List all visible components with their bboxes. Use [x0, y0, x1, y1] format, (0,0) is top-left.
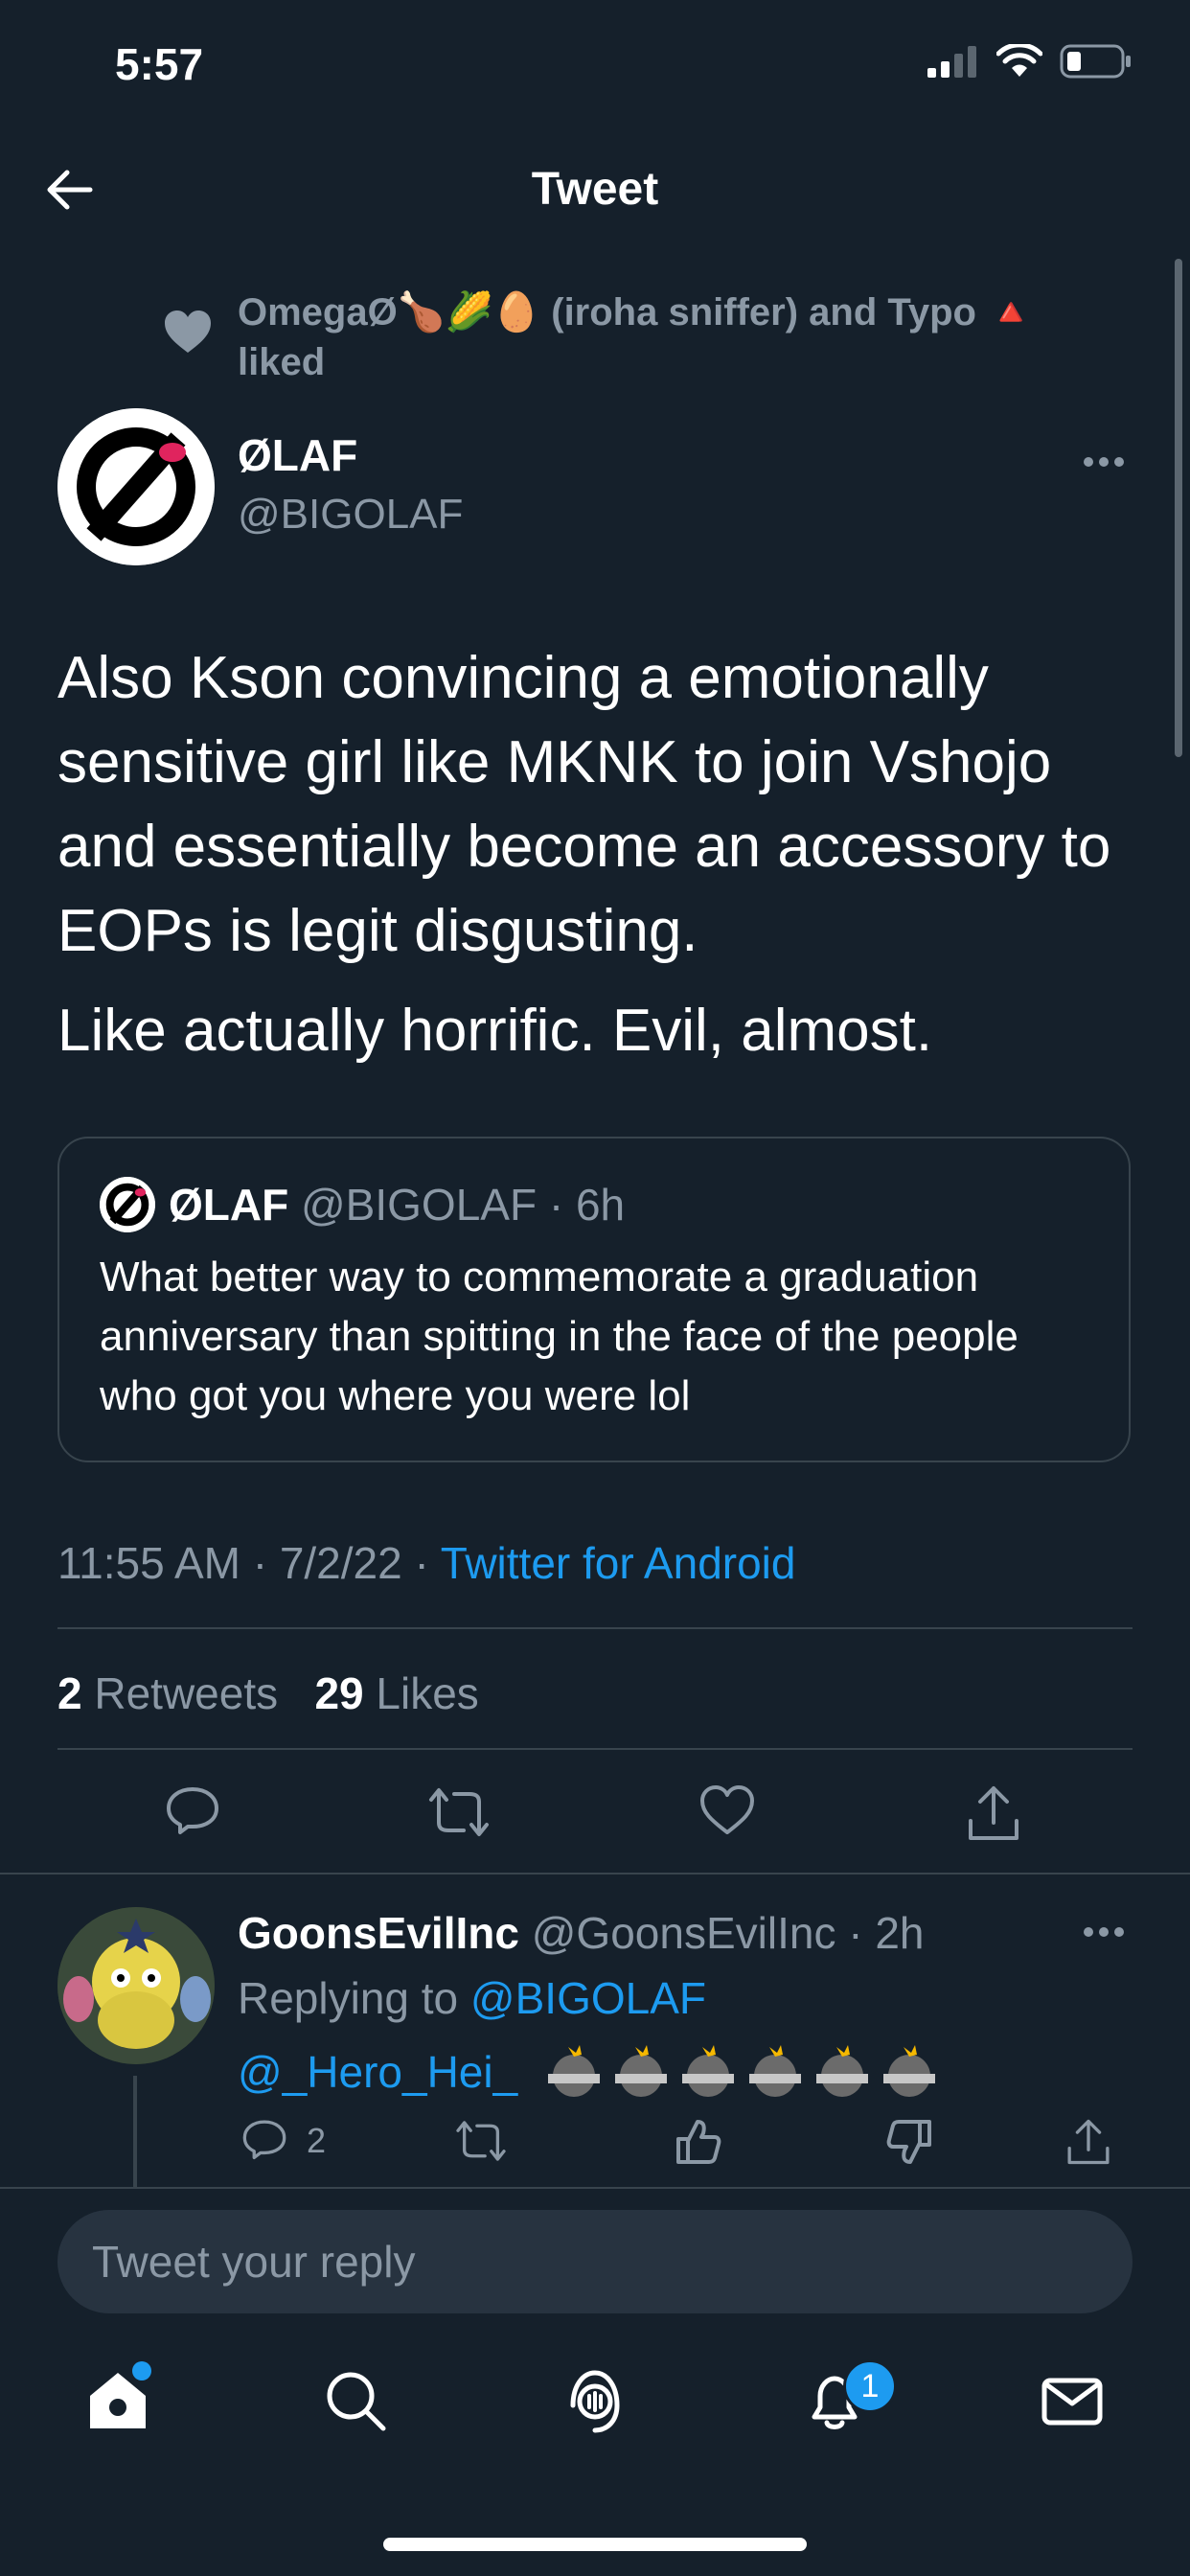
bomb-emoji-icon: [749, 2045, 802, 2097]
replying-handle[interactable]: @BIGOLAF: [470, 1973, 706, 2023]
mail-icon: [1041, 2378, 1103, 2426]
quote-author-handle: @BIGOLAF: [300, 1180, 538, 1230]
reply-header: GoonsEvilInc @GoonsEvilInc · 2h: [238, 1907, 925, 1959]
likes-stat[interactable]: 29 Likes: [314, 1668, 478, 1718]
quoted-tweet[interactable]: ØLAF @BIGOLAF · 6h What better way to co…: [57, 1137, 1131, 1462]
thumbs-down-icon: [886, 2120, 931, 2164]
tweet-timestamp: 11:55 AM · 7/2/22 ·: [57, 1538, 441, 1588]
more-icon: [1084, 457, 1124, 467]
author-handle[interactable]: @BIGOLAF: [238, 491, 463, 539]
replying-to: Replying to @BIGOLAF: [238, 1972, 706, 2024]
more-icon: [1084, 1927, 1124, 1937]
avatar[interactable]: [57, 408, 215, 565]
reply-mention[interactable]: @_Hero_Hei_: [238, 2046, 517, 2098]
reply-more-button[interactable]: [1083, 1926, 1125, 1938]
tweet-text-2: Like actually horrific. Evil, almost.: [57, 998, 933, 1064]
tab-spaces[interactable]: [561, 2367, 629, 2434]
tweet-stats: 2 Retweets 29 Likes: [57, 1668, 479, 1719]
reply-button[interactable]: [165, 1784, 220, 1840]
wifi-icon: [996, 44, 1042, 77]
retweet-button[interactable]: [427, 1784, 491, 1840]
liked-by-text[interactable]: OmegaØ🍗🌽🥚 (iroha sniffer) and Typo 🔺 lik…: [238, 288, 1062, 387]
home-indicator[interactable]: [383, 2538, 807, 2551]
divider: [0, 1873, 1190, 1874]
goons-avatar-art: [57, 1907, 215, 2064]
replying-prefix: Replying to: [238, 1973, 470, 2023]
like-icon: [700, 1785, 754, 1834]
bomb-emoji-icon: [883, 2045, 936, 2097]
quote-time: · 6h: [548, 1180, 626, 1230]
retweets-label: Retweets: [94, 1668, 279, 1718]
retweets-count: 2: [57, 1668, 82, 1718]
reply-icon: [242, 2120, 286, 2160]
like-button[interactable]: [699, 1784, 755, 1836]
author-name[interactable]: ØLAF: [238, 429, 357, 481]
status-icons: [927, 44, 1133, 79]
notifications-badge: 1: [843, 2359, 897, 2413]
quote-avatar: [100, 1177, 155, 1232]
reply-avatar[interactable]: [57, 1907, 215, 2064]
thread-line: [133, 2076, 137, 2191]
reply-input[interactable]: Tweet your reply: [57, 2210, 1133, 2313]
tweet-meta: 11:55 AM · 7/2/22 · Twitter for Android: [57, 1537, 795, 1589]
reply-icon: [167, 1787, 218, 1834]
more-button[interactable]: [1083, 456, 1125, 468]
tab-messages[interactable]: [1039, 2367, 1106, 2434]
likes-count: 29: [314, 1668, 364, 1718]
bomb-emoji-icon: [682, 2045, 735, 2097]
bomb-emoji-icon: [615, 2045, 668, 2097]
divider: [57, 1748, 1133, 1750]
reply-time: · 2h: [848, 1908, 925, 1958]
olaf-logo: [57, 408, 215, 565]
page-title: Tweet: [531, 164, 659, 215]
tweet-text: Also Kson convincing a emotionally sensi…: [57, 645, 1111, 964]
scrollbar[interactable]: [1175, 259, 1182, 757]
reply-reply-button[interactable]: 2: [241, 2118, 326, 2164]
status-time: 5:57: [115, 39, 204, 89]
retweets-stat[interactable]: 2 Retweets: [57, 1668, 278, 1718]
likes-label: Likes: [376, 1668, 479, 1718]
quote-header: ØLAF @BIGOLAF · 6h: [169, 1179, 625, 1230]
tab-search[interactable]: [322, 2367, 389, 2434]
upvote-button[interactable]: [675, 2118, 722, 2166]
thumbs-up-icon: [676, 2120, 721, 2164]
retweet-icon: [456, 2121, 506, 2161]
reply-retweet-button[interactable]: [454, 2118, 508, 2164]
tweet-source[interactable]: Twitter for Android: [441, 1538, 796, 1588]
share-icon: [969, 1786, 1018, 1840]
reply-author-handle[interactable]: @GoonsEvilInc: [532, 1908, 836, 1958]
battery-icon: [1060, 44, 1131, 79]
home-unread-dot: [132, 2361, 151, 2380]
retweet-icon: [429, 1788, 489, 1836]
spaces-icon: [570, 2370, 620, 2433]
bomb-emoji-icon: [548, 2045, 601, 2097]
bomb-emoji-icon: [816, 2045, 869, 2097]
reply-author-name[interactable]: GoonsEvilInc: [238, 1908, 519, 1958]
divider: [57, 1627, 1133, 1629]
quote-author-name: ØLAF: [169, 1180, 289, 1230]
reply-count: 2: [307, 2121, 327, 2160]
share-button[interactable]: [966, 1784, 1021, 1842]
heart-icon: [163, 309, 213, 355]
share-icon: [1067, 2119, 1110, 2165]
search-icon: [327, 2372, 386, 2431]
downvote-button[interactable]: [885, 2118, 933, 2166]
signal-icon: [927, 46, 976, 78]
reply-share-button[interactable]: [1065, 2118, 1111, 2166]
quote-text: What better way to commemorate a graduat…: [100, 1254, 1018, 1419]
reply-text: @_Hero_Hei_: [238, 2045, 939, 2099]
